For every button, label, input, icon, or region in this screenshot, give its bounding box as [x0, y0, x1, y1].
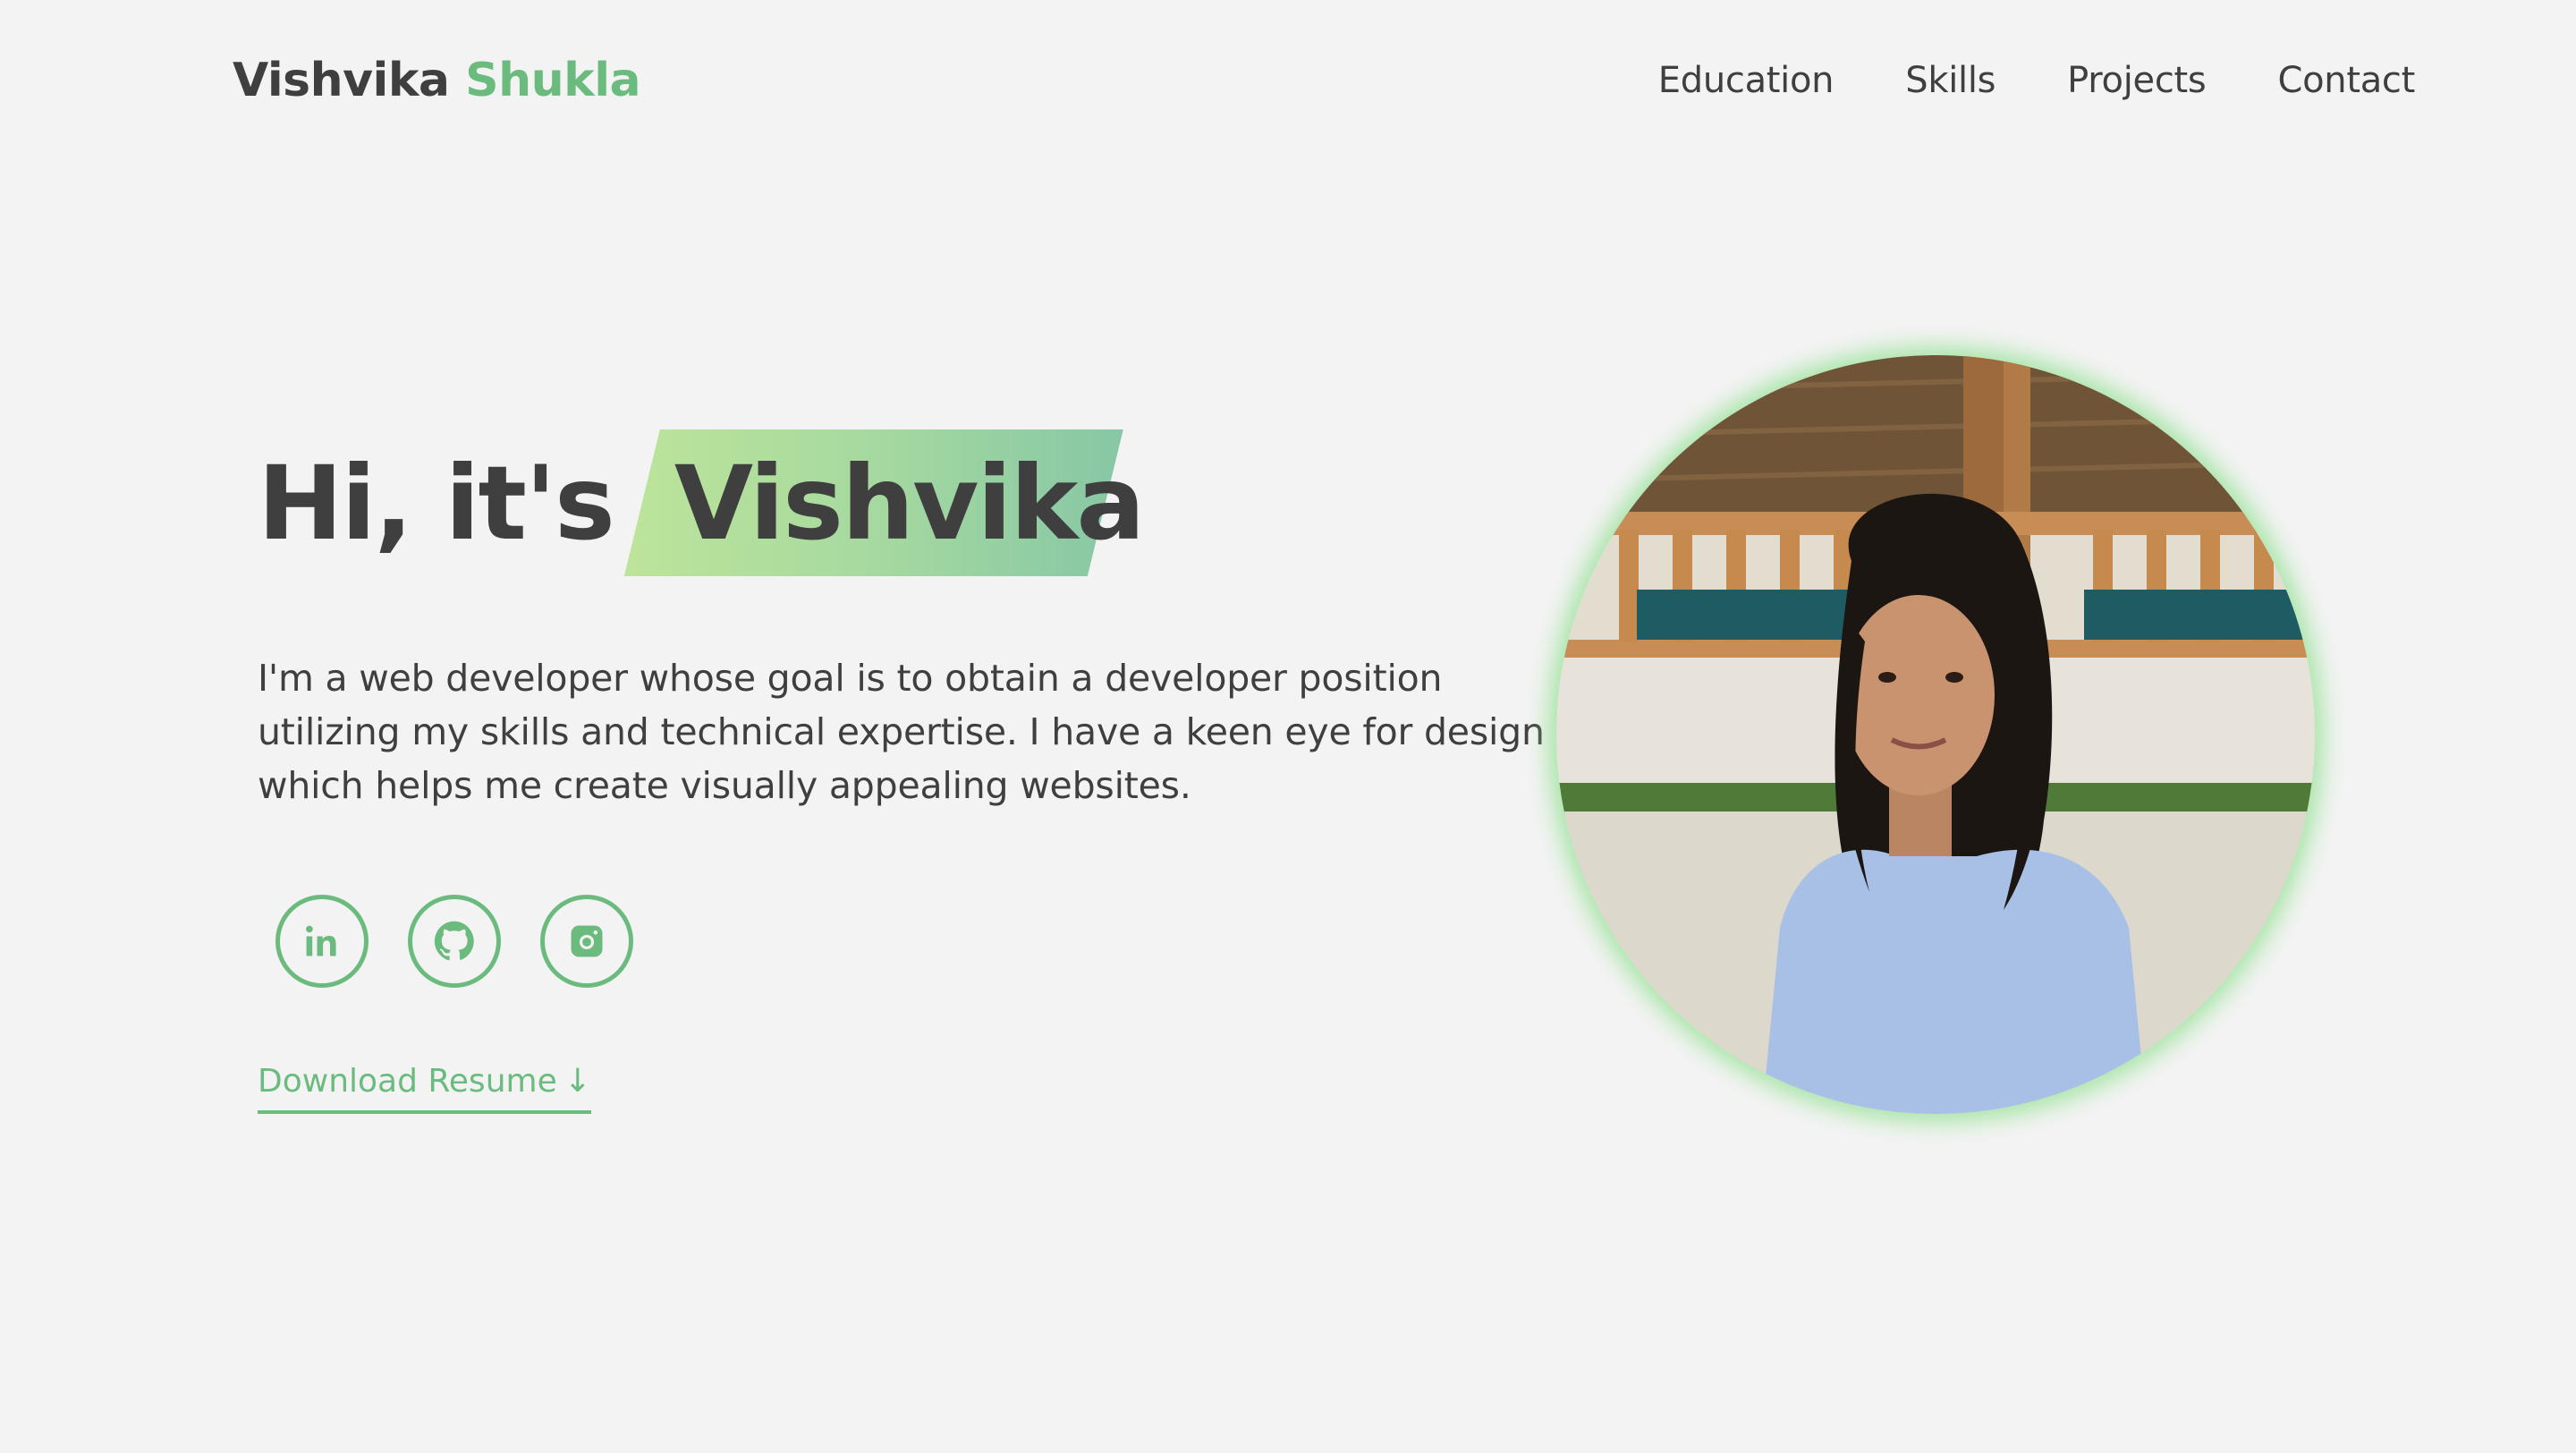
social-links	[275, 895, 633, 988]
hero-name-highlight: Vishvika	[639, 429, 1175, 576]
instagram-link[interactable]	[540, 895, 633, 988]
profile-photo	[1556, 355, 2315, 1114]
download-resume-link[interactable]: Download Resume ↓	[258, 1063, 591, 1114]
logo-first-name: Vishvika	[233, 54, 450, 107]
download-resume-label: Download Resume	[258, 1063, 557, 1100]
hero-heading: Hi, it's Vishvika	[258, 428, 1175, 578]
github-icon	[434, 921, 474, 961]
instagram-icon	[571, 925, 603, 957]
site-header: Vishvika Shukla Education Skills Project…	[0, 0, 2576, 161]
nav-link-projects[interactable]: Projects	[2067, 60, 2207, 101]
logo-last-name: Shukla	[465, 54, 641, 107]
linkedin-link[interactable]	[275, 895, 369, 988]
linkedin-icon	[306, 925, 336, 956]
hero-greeting: Hi, it's	[258, 443, 615, 563]
nav-link-education[interactable]: Education	[1658, 60, 1835, 101]
hero-name: Vishvika	[674, 443, 1145, 563]
nav-link-skills[interactable]: Skills	[1905, 60, 1996, 101]
main-nav: Education Skills Projects Contact	[1658, 48, 2416, 113]
github-link[interactable]	[408, 895, 501, 988]
arrow-down-icon: ↓	[564, 1063, 591, 1100]
nav-link-contact[interactable]: Contact	[2277, 60, 2415, 101]
profile-photo-illustration	[1556, 355, 2315, 1114]
hero-description: I'm a web developer whose goal is to obt…	[258, 657, 1545, 807]
site-logo[interactable]: Vishvika Shukla	[233, 48, 641, 113]
